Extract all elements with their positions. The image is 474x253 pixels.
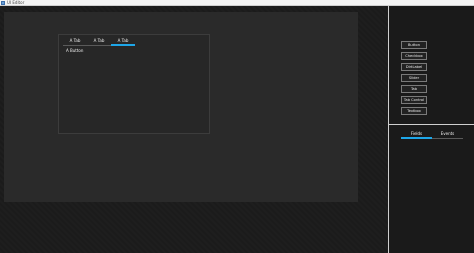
design-canvas[interactable]: A Tab A Tab A Tab A Button (4, 12, 358, 202)
toolbox: Button Checkbox DirtLabel Slider Tab Tab… (389, 6, 474, 125)
toolbox-button[interactable]: Button (401, 41, 427, 49)
app-icon (1, 1, 5, 5)
app-window: UI Editor A Tab A Tab A Tab A Button But… (0, 0, 474, 253)
toolbox-checkbox[interactable]: Checkbox (401, 52, 427, 60)
tab-3[interactable]: A Tab (111, 37, 135, 46)
tab-fields[interactable]: Fields (401, 130, 432, 139)
toolbox-textbox[interactable]: Textbox (401, 107, 427, 115)
tab-body: A Button (63, 48, 205, 130)
right-panel: Button Checkbox DirtLabel Slider Tab Tab… (388, 6, 474, 253)
toolbox-tab[interactable]: Tab (401, 85, 427, 93)
tab-2[interactable]: A Tab (87, 37, 111, 46)
toolbox-tab-control[interactable]: Tab Control (401, 96, 427, 104)
a-button-widget[interactable]: A Button (66, 48, 83, 53)
toolbox-slider[interactable]: Slider (401, 74, 427, 82)
tab-control-widget[interactable]: A Tab A Tab A Tab A Button (58, 34, 210, 134)
toolbox-dirtlabel[interactable]: DirtLabel (401, 63, 427, 71)
tab-1[interactable]: A Tab (63, 37, 87, 46)
properties-tabs: Fields Events (401, 130, 463, 139)
tab-header: A Tab A Tab A Tab (63, 37, 137, 46)
design-pane: A Tab A Tab A Tab A Button (0, 6, 388, 253)
tab-events[interactable]: Events (432, 130, 463, 139)
